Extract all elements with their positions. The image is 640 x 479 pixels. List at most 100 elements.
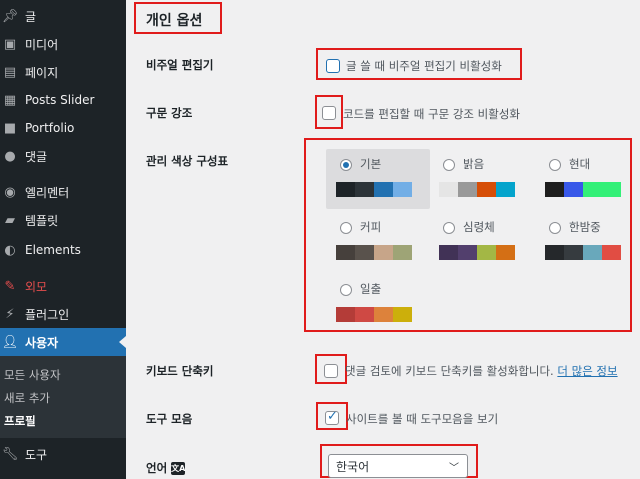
color-swatch — [374, 182, 393, 197]
template-folder-icon: ▰ — [5, 212, 15, 228]
toolbar-label: 도구 모음 — [146, 412, 193, 426]
sidebar-item-plugins[interactable]: ⚡︎ 플러그인 — [0, 300, 126, 328]
shortcuts-checkbox[interactable] — [324, 364, 338, 378]
scheme-radio[interactable] — [340, 222, 352, 234]
scheme-swatches — [336, 182, 412, 197]
color-swatch — [602, 182, 621, 197]
scheme-name: 커피 — [360, 220, 382, 234]
admin-sidebar: 📌︎ 글 ▣ 미디어 ▤ 페이지 ▦ Posts Slider ■ Portfo… — [0, 0, 126, 479]
sidebar-item-elements[interactable]: ◐ Elements — [0, 236, 126, 264]
scheme-name: 밝음 — [463, 157, 485, 171]
color-swatch — [564, 245, 583, 260]
color-swatch — [458, 182, 477, 197]
sidebar-item-tools[interactable]: 🔧︎ 도구 — [0, 440, 126, 468]
submenu-all-users[interactable]: 모든 사용자 — [4, 367, 61, 383]
color-swatch — [439, 245, 458, 260]
sidebar-item-label: 글 — [25, 9, 37, 24]
color-scheme-picker: 기본 밝음 현대 커피 심령체 한밤중 일출 — [324, 144, 634, 334]
sidebar-item-pages[interactable]: ▤ 페이지 — [0, 58, 126, 86]
color-swatch — [336, 182, 355, 197]
sidebar-item-templates[interactable]: ▰ 템플릿 — [0, 206, 126, 234]
sidebar-item-label: 플러그인 — [25, 307, 70, 322]
color-swatch — [336, 245, 355, 260]
profile-main: 개인 옵션 비주얼 편집기 글 쓸 때 비주얼 편집기 비활성화 구문 강조 코… — [126, 0, 640, 479]
scheme-radio[interactable] — [549, 222, 561, 234]
scheme-swatches — [336, 245, 412, 260]
scheme-light[interactable]: 밝음 — [429, 149, 533, 209]
scheme-ectoplasm[interactable]: 심령체 — [429, 212, 533, 272]
syntax-checkbox[interactable] — [322, 106, 336, 120]
scheme-modern[interactable]: 현대 — [535, 149, 639, 209]
shortcuts-label: 키보드 단축키 — [146, 364, 214, 378]
visual-editor-checkbox[interactable] — [326, 59, 340, 73]
color-swatch — [355, 245, 374, 260]
toolbar-checkbox[interactable]: ✓ — [325, 409, 339, 425]
sidebar-item-media[interactable]: ▣ 미디어 — [0, 30, 126, 58]
color-swatch — [564, 182, 583, 197]
color-swatch — [602, 245, 621, 260]
color-swatch — [477, 245, 496, 260]
scheme-radio[interactable] — [443, 222, 455, 234]
wrench-icon: 🔧︎ — [1, 446, 19, 462]
scheme-swatches — [545, 182, 621, 197]
scheme-swatches — [336, 307, 412, 322]
scheme-swatches — [439, 245, 515, 260]
scheme-swatches — [439, 182, 515, 197]
color-swatch — [336, 307, 355, 322]
users-submenu: 모든 사용자 새로 추가 프로필 — [0, 356, 126, 438]
submenu-add-new[interactable]: 새로 추가 — [4, 390, 50, 406]
scheme-radio[interactable] — [340, 159, 352, 171]
sidebar-item-elementor[interactable]: ◉ 엘리멘터 — [0, 178, 126, 206]
sidebar-item-users[interactable]: 👤︎ 사용자 — [0, 328, 126, 356]
comment-icon: ● — [4, 148, 16, 164]
slider-icon: ▦ — [3, 92, 17, 108]
scheme-radio[interactable] — [549, 159, 561, 171]
media-icon: ▣ — [3, 36, 17, 52]
syntax-option: 코드를 편집할 때 구문 강조 비활성화 — [343, 107, 520, 121]
page-title: 개인 옵션 — [146, 13, 203, 29]
shortcuts-option-text: 댓글 검토에 키보드 단축키를 활성화합니다. — [345, 364, 554, 378]
scheme-name: 일출 — [360, 282, 382, 296]
color-swatch — [355, 307, 374, 322]
scheme-sunrise[interactable]: 일출 — [326, 274, 430, 334]
sidebar-item-label: 페이지 — [25, 65, 59, 80]
sidebar-item-label: 외모 — [25, 279, 48, 294]
sidebar-item-label: Posts Slider — [25, 93, 95, 107]
scheme-name: 기본 — [360, 157, 382, 171]
scheme-radio[interactable] — [443, 159, 455, 171]
brush-icon: ✎ — [4, 278, 16, 294]
color-swatch — [496, 182, 515, 197]
chevron-down-icon: ﹀ — [449, 463, 459, 474]
language-label-text: 언어 — [146, 461, 168, 475]
user-icon: 👤︎ — [1, 334, 19, 350]
scheme-radio[interactable] — [340, 284, 352, 296]
page-icon: ▤ — [3, 64, 17, 80]
color-swatch — [583, 182, 602, 197]
scheme-name: 한밤중 — [569, 220, 601, 234]
scheme-midnight[interactable]: 한밤중 — [535, 212, 639, 272]
more-info-link[interactable]: 더 많은 정보 — [557, 364, 617, 378]
sidebar-item-posts[interactable]: 📌︎ 글 — [0, 2, 126, 30]
toolbar-option: 사이트를 볼 때 도구모음을 보기 — [346, 412, 499, 426]
translation-icon: 文A — [171, 462, 186, 475]
language-select[interactable]: 한국어 ﹀ — [328, 454, 468, 478]
sidebar-item-appearance[interactable]: ✎ 외모 — [0, 272, 126, 300]
color-swatch — [374, 245, 393, 260]
visual-editor-label: 비주얼 편집기 — [146, 58, 214, 72]
scheme-name: 심령체 — [463, 220, 495, 234]
scheme-coffee[interactable]: 커피 — [326, 212, 430, 272]
language-select-value: 한국어 — [336, 459, 370, 474]
sidebar-item-comments[interactable]: ● 댓글 — [0, 142, 126, 170]
color-scheme-label: 관리 색상 구성표 — [146, 154, 229, 168]
language-label: 언어 文A — [146, 460, 185, 476]
shortcuts-option: 댓글 검토에 키보드 단축키를 활성화합니다. 더 많은 정보 — [345, 363, 618, 379]
color-swatch — [583, 245, 602, 260]
sidebar-item-label: Portfolio — [25, 121, 75, 135]
sidebar-item-posts-slider[interactable]: ▦ Posts Slider — [0, 86, 126, 114]
sidebar-item-label: 댓글 — [25, 149, 48, 164]
color-swatch — [496, 245, 515, 260]
sidebar-item-portfolio[interactable]: ■ Portfolio — [0, 114, 126, 142]
submenu-profile[interactable]: 프로필 — [4, 413, 36, 429]
scheme-default[interactable]: 기본 — [326, 149, 430, 209]
sidebar-item-label: Elements — [25, 243, 81, 257]
